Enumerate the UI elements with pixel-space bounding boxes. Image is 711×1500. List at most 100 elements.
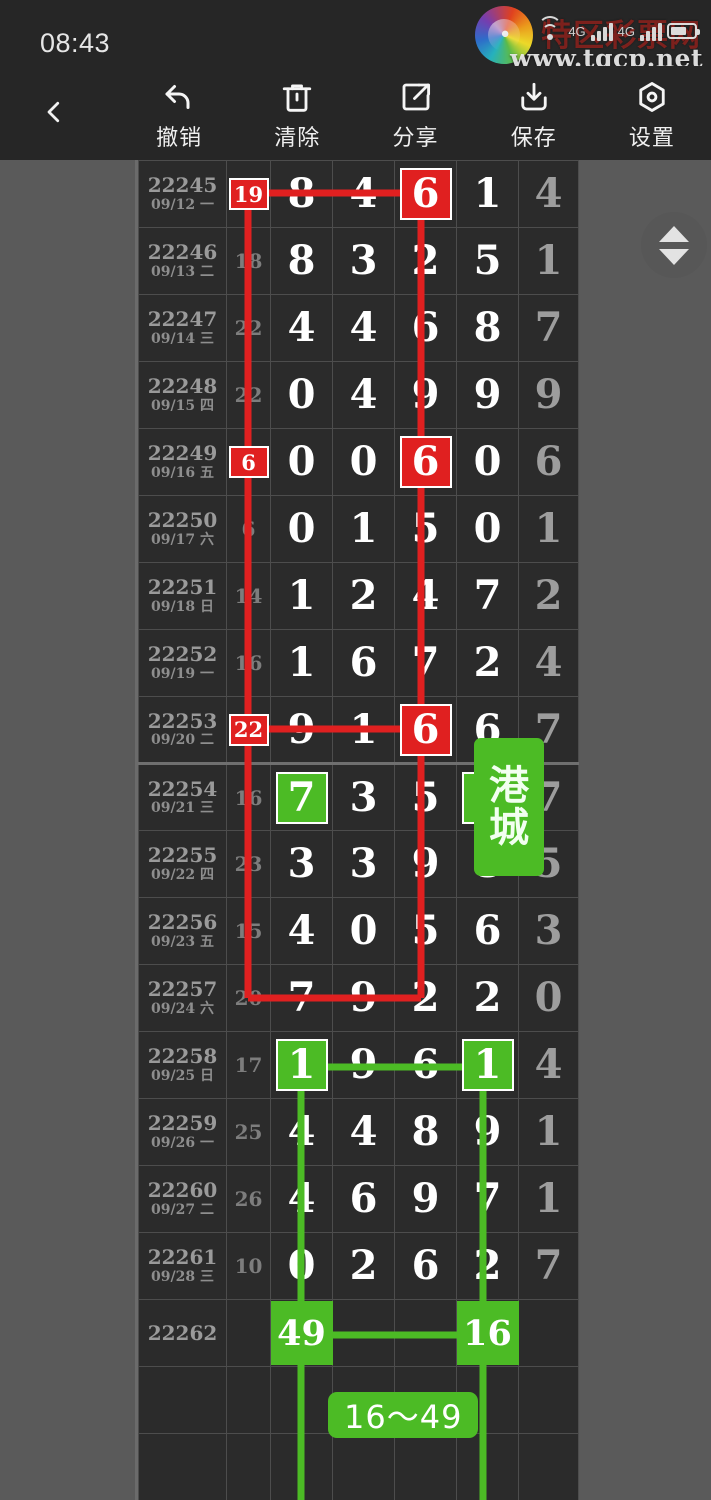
row-sum-cell[interactable]: 20 xyxy=(226,964,271,1032)
row-sum-cell[interactable]: 22 xyxy=(226,294,271,362)
triangle-down-icon[interactable] xyxy=(659,248,689,265)
extra-digit-cell[interactable] xyxy=(518,1366,579,1434)
digit-cell[interactable]: 2 xyxy=(456,964,519,1032)
digit-cell[interactable]: 8 xyxy=(270,227,333,295)
digit-cell[interactable]: 6 xyxy=(394,696,457,765)
row-sum-cell[interactable]: 22 xyxy=(226,361,271,429)
digit-cell[interactable]: 7 xyxy=(270,964,333,1032)
digit-cell[interactable]: 2 xyxy=(332,562,395,630)
table-row[interactable]: 22262 49 16 xyxy=(138,1299,579,1367)
digit-cell[interactable]: 1 xyxy=(456,160,519,228)
digit-cell[interactable]: 2 xyxy=(456,1232,519,1300)
row-sum-cell[interactable] xyxy=(226,1366,271,1434)
digit-cell[interactable]: 3 xyxy=(332,763,395,831)
digit-cell[interactable]: 8 xyxy=(394,1098,457,1166)
digit-cell[interactable]: 4 xyxy=(270,1165,333,1233)
extra-digit-cell[interactable]: 0 xyxy=(518,964,579,1032)
digit-cell[interactable]: 2 xyxy=(394,964,457,1032)
digit-marker-chip[interactable]: 6 xyxy=(399,436,452,488)
digit-cell[interactable]: 9 xyxy=(394,361,457,429)
digit-cell[interactable]: 6 xyxy=(332,629,395,697)
table-row[interactable]: 22247 09/14 三 22 4 4 6 8 7 xyxy=(138,294,579,362)
extra-digit-cell[interactable]: 7 xyxy=(518,294,579,362)
digit-cell[interactable]: 16 xyxy=(456,1299,519,1367)
digit-cell[interactable]: 1 xyxy=(332,495,395,563)
digit-cell[interactable]: 7 xyxy=(456,562,519,630)
share-button[interactable]: 分享 xyxy=(356,72,474,152)
digit-cell[interactable]: 3 xyxy=(332,830,395,898)
lottery-grid[interactable]: 22245 09/12 一 19 8 4 6 1 4 22246 09/13 二 18 8 3 2 5 1 22… xyxy=(135,160,579,1500)
digit-cell[interactable]: 9 xyxy=(270,696,333,765)
row-sum-cell[interactable]: 16 xyxy=(226,763,271,831)
extra-digit-cell[interactable]: 4 xyxy=(518,629,579,697)
triangle-up-icon[interactable] xyxy=(659,225,689,242)
digit-cell[interactable]: 5 xyxy=(456,227,519,295)
row-sum-cell[interactable]: 16 xyxy=(226,629,271,697)
digit-cell[interactable]: 4 xyxy=(270,897,333,965)
total-chip[interactable]: 16 xyxy=(456,1301,519,1365)
extra-digit-cell[interactable]: 1 xyxy=(518,227,579,295)
digit-cell[interactable]: 9 xyxy=(332,964,395,1032)
digit-cell[interactable]: 5 xyxy=(394,495,457,563)
digit-cell[interactable]: 1 xyxy=(270,629,333,697)
sum-marker-chip[interactable]: 22 xyxy=(228,713,269,746)
extra-digit-cell[interactable]: 1 xyxy=(518,1165,579,1233)
digit-cell[interactable]: 6 xyxy=(394,428,457,496)
digit-cell[interactable]: 6 xyxy=(332,1165,395,1233)
extra-digit-cell[interactable]: 6 xyxy=(518,428,579,496)
row-sum-cell[interactable]: 17 xyxy=(226,1031,271,1099)
back-button[interactable] xyxy=(26,84,82,140)
table-row[interactable]: 22249 09/16 五600606 xyxy=(138,428,579,496)
row-sum-cell[interactable] xyxy=(226,1433,271,1500)
digit-cell[interactable]: 9 xyxy=(332,1031,395,1099)
table-row[interactable]: 22256 09/23 五 15 4 0 5 6 3 xyxy=(138,897,579,965)
digit-cell[interactable]: 0 xyxy=(270,428,333,496)
digit-cell[interactable]: 6 xyxy=(394,1031,457,1099)
digit-cell[interactable]: 4 xyxy=(270,1098,333,1166)
clear-button[interactable]: 清除 xyxy=(238,72,356,152)
digit-marker-chip[interactable]: 6 xyxy=(399,168,452,220)
digit-cell[interactable]: 0 xyxy=(456,428,519,496)
scroll-jump-button[interactable] xyxy=(641,212,707,278)
extra-digit-cell[interactable]: 4 xyxy=(518,1031,579,1099)
row-sum-cell[interactable]: 6 xyxy=(226,495,271,563)
settings-button[interactable]: 设置 xyxy=(593,72,711,152)
digit-cell[interactable]: 1 xyxy=(332,696,395,765)
table-row[interactable]: 22259 09/26 一 25 4 4 8 9 1 xyxy=(138,1098,579,1166)
digit-marker-chip[interactable]: 6 xyxy=(399,703,452,756)
extra-digit-cell[interactable] xyxy=(518,1299,579,1367)
extra-digit-cell[interactable] xyxy=(518,1433,579,1500)
digit-cell[interactable] xyxy=(394,1433,457,1500)
digit-cell[interactable]: 6 xyxy=(394,160,457,228)
row-sum-cell[interactable]: 23 xyxy=(226,830,271,898)
digit-marker-chip[interactable]: 1 xyxy=(275,1039,328,1091)
digit-cell[interactable]: 4 xyxy=(332,160,395,228)
digit-cell[interactable]: 49 xyxy=(270,1299,333,1367)
total-chip[interactable]: 49 xyxy=(270,1301,333,1365)
row-sum-cell[interactable]: 19 xyxy=(226,160,271,228)
table-row[interactable]: 22257 09/24 六 20 7 9 2 2 0 xyxy=(138,964,579,1032)
extra-digit-cell[interactable]: 4 xyxy=(518,160,579,228)
digit-cell[interactable]: 2 xyxy=(456,629,519,697)
undo-button[interactable]: 撤销 xyxy=(120,72,238,152)
digit-marker-chip[interactable]: 1 xyxy=(461,1039,514,1091)
table-row[interactable]: 22246 09/13 二 18 8 3 2 5 1 xyxy=(138,227,579,295)
digit-cell[interactable]: 2 xyxy=(332,1232,395,1300)
digit-cell[interactable]: 9 xyxy=(456,361,519,429)
extra-digit-cell[interactable]: 1 xyxy=(518,1098,579,1166)
digit-cell[interactable] xyxy=(394,1299,457,1367)
digit-cell[interactable]: 1 xyxy=(456,1031,519,1099)
digit-cell[interactable] xyxy=(332,1433,395,1500)
digit-cell[interactable]: 1 xyxy=(270,1031,333,1099)
row-sum-cell[interactable]: 6 xyxy=(226,428,271,496)
row-sum-cell[interactable]: 18 xyxy=(226,227,271,295)
digit-cell[interactable]: 7 xyxy=(394,629,457,697)
digit-cell[interactable]: 8 xyxy=(270,160,333,228)
digit-cell[interactable]: 5 xyxy=(394,763,457,831)
digit-cell[interactable]: 5 xyxy=(394,897,457,965)
digit-cell[interactable]: 4 xyxy=(394,562,457,630)
table-row[interactable]: 22250 09/17 六601501 xyxy=(138,495,579,563)
digit-cell[interactable]: 9 xyxy=(456,1098,519,1166)
digit-cell[interactable]: 4 xyxy=(332,361,395,429)
digit-cell[interactable]: 7 xyxy=(270,763,333,831)
